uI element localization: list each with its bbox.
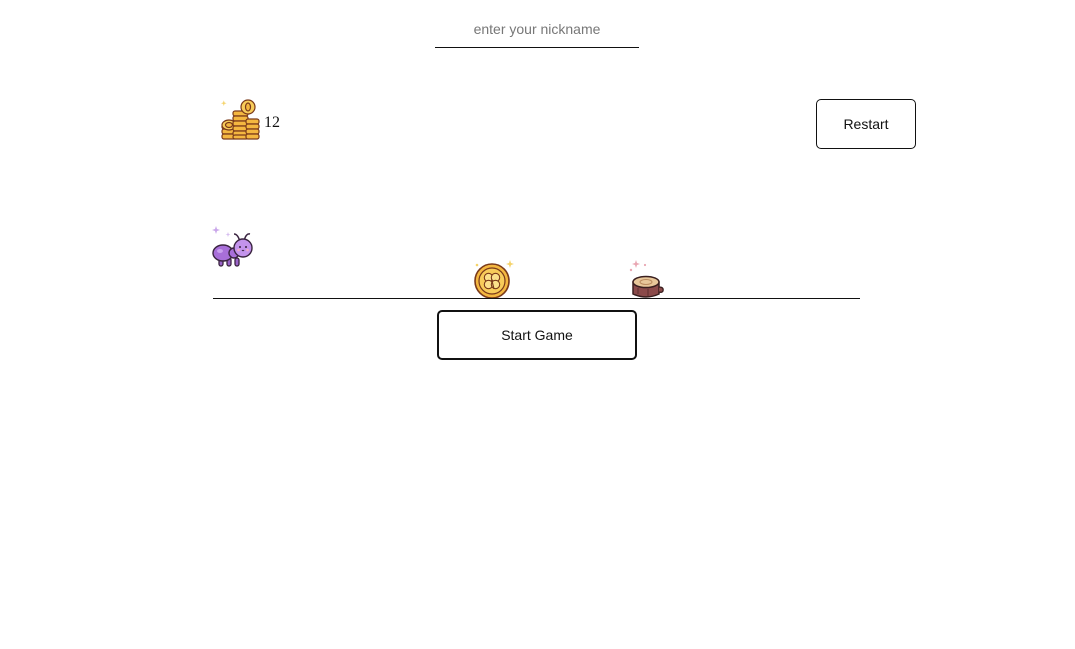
ground-line (213, 298, 860, 299)
clover-coin-icon (470, 258, 516, 307)
game-stage: 12 Restart (0, 0, 1075, 649)
coin-count: 12 (264, 113, 280, 131)
restart-button[interactable]: Restart (816, 99, 916, 149)
nickname-input[interactable] (435, 10, 639, 48)
ant-icon (210, 226, 256, 275)
start-game-button[interactable]: Start Game (437, 310, 637, 360)
coin-stack-icon (220, 99, 262, 141)
coin-counter: 12 (220, 99, 280, 141)
